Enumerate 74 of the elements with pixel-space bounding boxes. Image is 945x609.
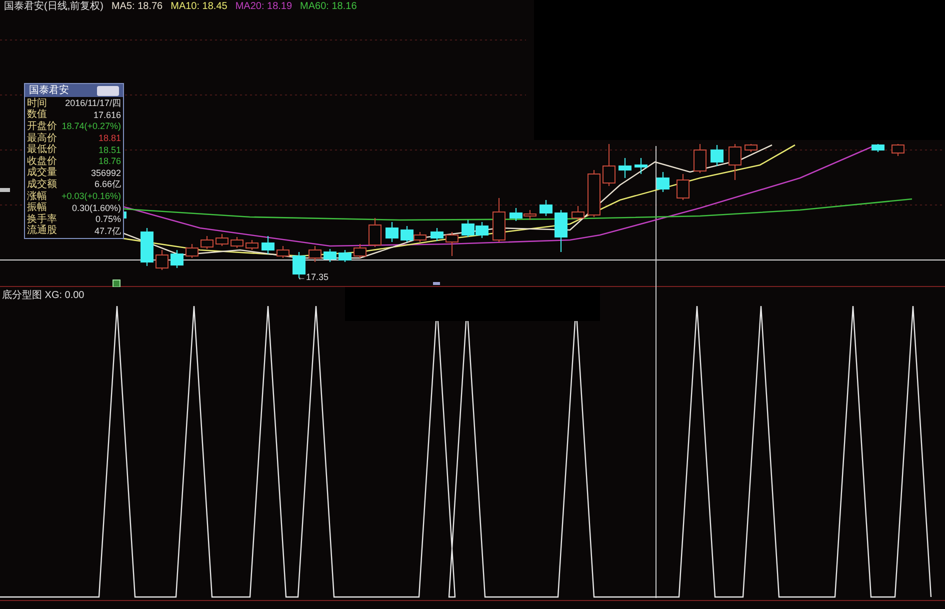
candlestick	[676, 174, 690, 200]
field-value: 47.7亿	[94, 226, 121, 236]
candlestick	[200, 236, 214, 250]
candlestick	[634, 158, 648, 174]
candlestick	[276, 246, 290, 258]
candlestick	[230, 236, 244, 248]
field-value: 18.76	[98, 157, 121, 166]
candlestick	[872, 144, 884, 152]
panel-title: 国泰君安	[29, 86, 69, 96]
candlestick	[524, 210, 536, 220]
candlestick	[540, 200, 552, 216]
field-label: 流通股	[27, 226, 57, 236]
candlestick	[656, 172, 670, 192]
field-label: 成交额	[27, 180, 57, 190]
marker-icon	[112, 280, 120, 287]
indicator-value: MA10: 18.45	[170, 2, 228, 12]
field-label: 涨幅	[27, 192, 47, 202]
field-value: +0.03(+0.16%)	[61, 192, 121, 202]
candlestick	[710, 144, 724, 166]
subchart-label: 底分型图 XG: 0.00	[2, 291, 84, 301]
low-price-label: ←17.35	[297, 273, 329, 282]
field-value: 2016/11/17/四	[65, 99, 121, 108]
candlestick	[386, 222, 398, 242]
field-value: 356992	[90, 168, 121, 178]
candlestick	[170, 250, 184, 268]
candlestick	[554, 210, 568, 252]
field-value: 6.66亿	[94, 180, 121, 190]
field-label: 振幅	[27, 203, 47, 214]
candlestick	[338, 250, 352, 262]
candlestick	[744, 144, 758, 152]
candlestick	[462, 220, 474, 238]
field-label: 数值	[27, 110, 47, 120]
candlestick	[246, 240, 258, 250]
candlestick	[694, 144, 706, 174]
field-label: 成交量	[27, 168, 57, 178]
field-label: 换手率	[27, 214, 57, 225]
candlestick	[430, 228, 444, 242]
field-value: 18.81	[98, 134, 121, 144]
indicator-value: MA60: 18.16	[300, 2, 357, 12]
candlestick	[368, 218, 382, 248]
candlestick	[588, 170, 600, 218]
candlestick	[216, 234, 228, 246]
marker-icon	[0, 188, 10, 192]
candlestick	[492, 198, 506, 242]
candlestick	[510, 208, 522, 222]
field-label: 收盘价	[27, 156, 57, 167]
candlestick	[308, 246, 322, 262]
candlestick	[354, 244, 366, 258]
candlestick	[476, 222, 488, 238]
marker-icon	[433, 282, 440, 285]
field-label: 开盘价	[27, 122, 57, 132]
field-label: 最高价	[27, 134, 57, 144]
close-icon[interactable]	[97, 86, 119, 96]
field-value: 18.51	[98, 146, 121, 155]
field-label: 最低价	[27, 145, 57, 156]
field-value: 0.75%	[95, 215, 121, 224]
candlestick	[324, 248, 336, 262]
candlestick	[186, 244, 198, 258]
indicator-value: MA5: 18.76	[111, 2, 163, 12]
candlestick	[140, 228, 154, 266]
candlestick	[728, 144, 742, 180]
field-label: 时间	[27, 98, 47, 109]
candlestick	[602, 144, 616, 186]
candlestick	[262, 236, 274, 254]
security-title: 国泰君安(日线,前复权)	[4, 2, 104, 12]
candlestick	[156, 250, 168, 270]
candlestick	[572, 206, 584, 220]
candlestick	[446, 232, 458, 256]
candlestick	[618, 158, 632, 178]
field-value: 17.616	[93, 110, 121, 120]
field-value: 18.74(+0.27%)	[62, 122, 121, 132]
candlestick	[892, 144, 904, 156]
indicator-value: MA20: 18.19	[235, 2, 292, 12]
field-value: 0.30(1.60%)	[72, 204, 121, 213]
